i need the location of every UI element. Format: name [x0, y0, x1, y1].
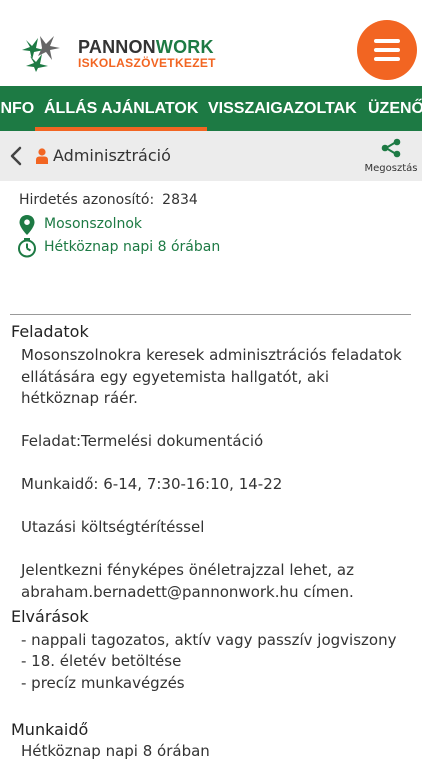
- hamburger-menu-button[interactable]: [357, 20, 417, 80]
- tab-info[interactable]: INFO: [0, 86, 34, 131]
- tasks-heading: Feladatok: [11, 322, 89, 341]
- requirement-item: - nappali tagozatos, aktív vagy passzív …: [21, 631, 397, 649]
- logo-figures-icon: [22, 36, 60, 72]
- share-label: Megosztás: [364, 163, 418, 174]
- requirement-item: - precíz munkavégzés: [21, 674, 185, 692]
- tasks-paragraph: Mosonszolnokra keresek adminisztrációs f…: [21, 346, 402, 407]
- tasks-paragraph: Feladat:Termelési dokumentáció: [21, 432, 264, 450]
- tab-job-offers[interactable]: ÁLLÁS AJÁNLATOK: [35, 86, 208, 131]
- main-tab-bar: INFO ÁLLÁS AJÁNLATOK VISSZAIGAZOLTAK ÜZE…: [0, 86, 422, 131]
- share-icon: [381, 138, 401, 158]
- job-schedule: Hétköznap napi 8 órában: [44, 239, 221, 255]
- worktime-heading: Munkaidő: [11, 720, 89, 739]
- ad-id-value: 2834: [162, 192, 198, 208]
- back-arrow-icon[interactable]: [8, 144, 24, 168]
- worktime-text: Hétköznap napi 8 órában: [21, 742, 210, 760]
- job-title: Adminisztráció: [53, 146, 171, 165]
- pannonwork-logo: PANNONWORK ISKOLASZÖVETKEZET: [20, 34, 215, 74]
- ad-id-row: Hirdetés azonosító: 2834: [19, 192, 198, 208]
- requirement-item: - 18. életév betöltése: [21, 652, 182, 670]
- tasks-paragraph: Utazási költségtérítéssel: [21, 518, 205, 536]
- tab-confirmed[interactable]: VISSZAIGAZOLTAK: [208, 86, 357, 131]
- share-button[interactable]: Megosztás: [362, 138, 420, 174]
- menu-bar-icon: [374, 39, 400, 43]
- job-location: Mosonszolnok: [44, 216, 143, 232]
- tasks-paragraph: Munkaidő: 6-14, 7:30-16:10, 14-22: [21, 475, 283, 493]
- menu-bar-icon: [374, 48, 400, 52]
- brand-subtitle: ISKOLASZÖVETKEZET: [78, 56, 216, 70]
- section-divider: [10, 314, 411, 315]
- person-icon: [36, 148, 48, 164]
- requirements-heading: Elvárások: [11, 607, 89, 626]
- app-header: PANNONWORK ISKOLASZÖVETKEZET: [0, 0, 422, 86]
- location-pin-icon: [19, 215, 35, 235]
- tasks-paragraph: Jelentkezni fényképes önéletrajzzal lehe…: [21, 561, 354, 601]
- ad-id-label: Hirdetés azonosító:: [19, 192, 155, 208]
- brand-name: PANNONWORK: [78, 37, 214, 57]
- tab-messages[interactable]: ÜZENŐ: [368, 86, 422, 131]
- clock-icon: [18, 238, 36, 258]
- menu-bar-icon: [374, 57, 400, 61]
